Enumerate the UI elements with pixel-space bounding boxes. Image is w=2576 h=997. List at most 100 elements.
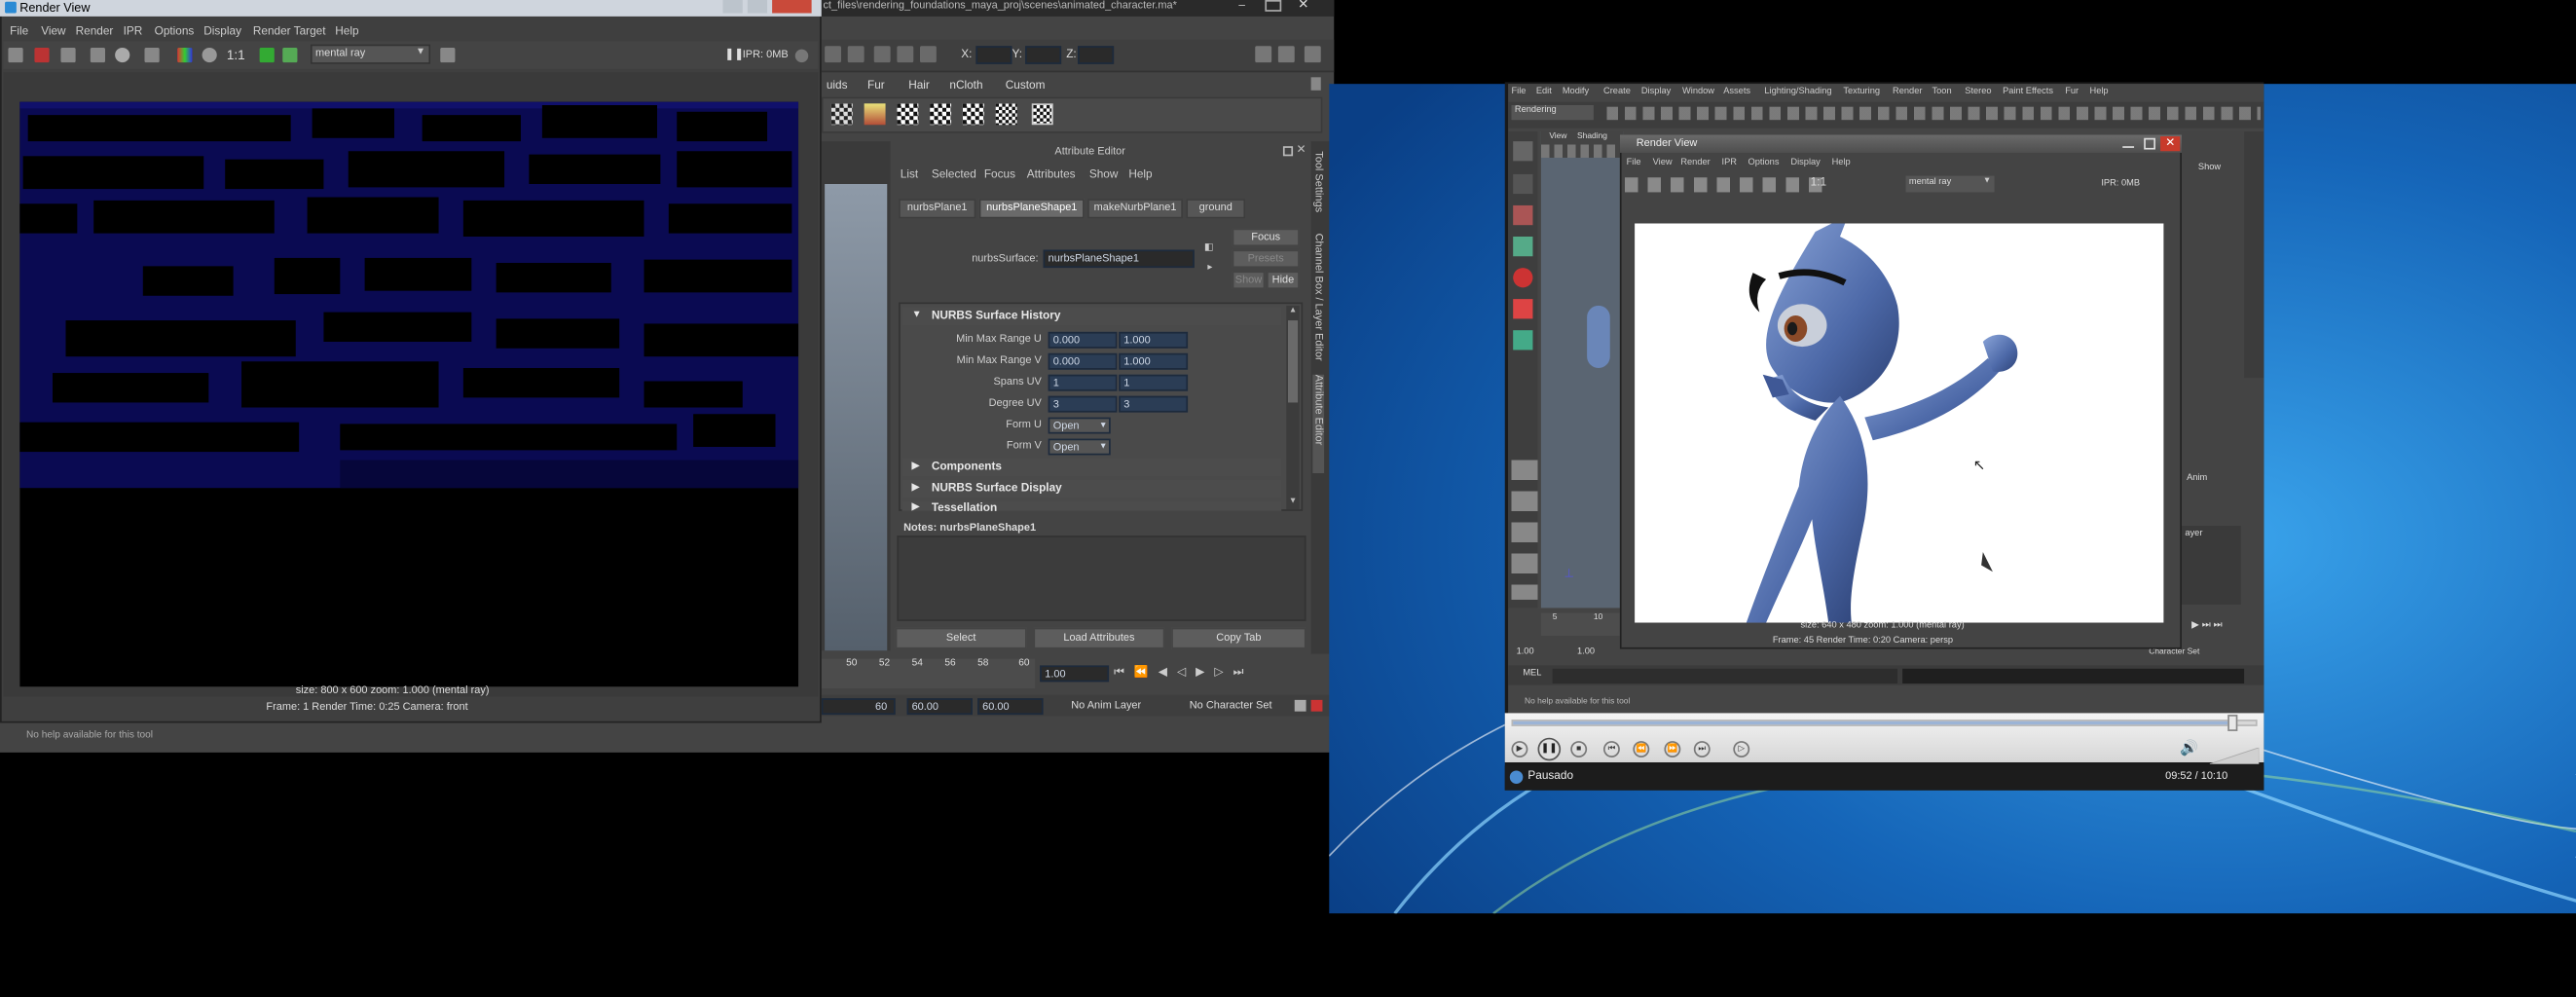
degree-uv-field-a[interactable]: 3 [1048,395,1118,413]
alpha-channel-icon[interactable] [202,47,217,63]
ae-menu-selected[interactable]: Selected [932,169,976,181]
close-button[interactable]: ✕ [1298,0,1317,12]
rgb-channels-icon[interactable] [177,47,193,63]
volume-slider[interactable] [2209,743,2260,765]
tab-makenurbplane1[interactable]: makeNurbPlane1 [1087,199,1183,219]
shelf-checker3-icon[interactable] [930,103,952,126]
maximize-button[interactable] [1265,0,1282,12]
shelf-tab-fur[interactable]: Fur [867,81,885,92]
min-max-v-field-a[interactable]: 0.000 [1048,352,1118,370]
degree-uv-field-b[interactable]: 3 [1119,395,1189,413]
scroll-thumb[interactable] [1288,320,1299,403]
min-max-v-field-b[interactable]: 1.000 [1119,352,1189,370]
display-icon[interactable] [259,47,275,63]
load-attributes-button[interactable]: Load Attributes [1033,627,1165,649]
rv-menu-render[interactable]: Render [76,26,114,38]
keep-image-icon[interactable] [144,47,160,63]
section-tessellation[interactable]: ▶ Tessellation [902,500,1282,511]
rv-maximize-button[interactable] [747,0,768,14]
range-start-field[interactable]: 60.00 [906,698,973,716]
shelf-checker-icon[interactable] [830,103,853,126]
ipr-render-icon[interactable] [90,47,105,63]
rv-menu-file[interactable]: File [10,26,28,38]
form-u-dropdown[interactable]: Open ▼ [1048,417,1111,434]
minimize-button[interactable]: – [1238,0,1255,12]
anim-layer-dropdown[interactable]: No Anim Layer [1071,700,1141,712]
tab-nurbsplane1[interactable]: nurbsPlane1 [899,199,976,219]
shelf-tab-hair[interactable]: Hair [908,81,930,92]
current-frame-field[interactable]: 1.00 [1040,665,1110,683]
spans-uv-field-a[interactable]: 1 [1048,374,1118,391]
shelf-light-icon[interactable] [864,103,886,126]
step-back-icon[interactable]: ◀ [1159,667,1177,679]
shelf-checker4-icon[interactable] [962,103,984,126]
show-button[interactable]: Show [1232,271,1266,289]
section-nurbs-surface-display[interactable]: ▶ NURBS Surface Display [902,479,1282,498]
snap-point-icon[interactable] [873,46,891,63]
step-forward-icon[interactable]: ▷ [1214,667,1233,679]
auto-key-icon[interactable] [1294,699,1306,712]
section-components[interactable]: ▶ Components [902,458,1282,477]
toggle-panel3-icon[interactable] [1304,46,1321,63]
rv-menu-options[interactable]: Options [155,26,195,38]
volume-icon[interactable]: 🔊 [2180,739,2199,758]
spans-uv-field-b[interactable]: 1 [1119,374,1189,391]
go-output-icon[interactable]: ▸ [1207,261,1222,273]
hide-button[interactable]: Hide [1267,271,1300,289]
ae-menu-focus[interactable]: Focus [984,169,1015,181]
range-endtime-field[interactable]: 60.00 [977,698,1044,716]
min-max-u-field-a[interactable]: 0.000 [1048,331,1118,349]
tab-nurbsplaneshape1[interactable]: nurbsPlaneShape1 [978,199,1085,219]
redo-render-icon[interactable] [8,47,23,63]
player-stop-button[interactable]: ■ [1570,741,1588,757]
render-icon[interactable] [920,46,937,63]
snap-icon[interactable] [825,46,841,63]
toggle-panel-icon[interactable] [1255,46,1272,63]
shelf-checker5-icon[interactable] [995,103,1017,126]
rv-menu-ipr[interactable]: IPR [124,26,143,38]
ae-menu-attributes[interactable]: Attributes [1027,169,1076,181]
camera-icon[interactable] [282,47,298,63]
shelf-tab-ncloth[interactable]: nCloth [949,81,982,92]
copy-tab-button[interactable]: Copy Tab [1171,627,1306,649]
shelf-tab-custom[interactable]: Custom [1006,81,1046,92]
form-v-dropdown[interactable]: Open ▼ [1048,438,1111,456]
shelf-checker6-icon[interactable] [1031,103,1053,126]
rv-menu-render-target[interactable]: Render Target [253,26,326,38]
rv-menu-display[interactable]: Display [203,26,241,38]
player-play-button[interactable]: ▶ [1511,741,1528,757]
render-settings-icon[interactable] [440,47,456,63]
panel-float-icon[interactable] [1282,146,1294,157]
select-button[interactable]: Select [895,627,1027,649]
snap-curve-icon[interactable] [847,46,865,63]
play-forward-icon[interactable]: ▶ [1196,667,1214,679]
panel-close-icon[interactable]: ✕ [1296,143,1306,157]
player-pause-button[interactable]: ❚❚ [1537,737,1562,761]
shelf-options-icon[interactable] [1310,77,1321,91]
go-input-icon[interactable]: ◧ [1204,241,1219,253]
ae-menu-help[interactable]: Help [1128,169,1152,181]
coord-x-field[interactable] [975,46,1012,64]
focus-button[interactable]: Focus [1232,228,1300,247]
go-to-start-icon[interactable]: ⏮ [1114,667,1134,679]
snapshot-icon[interactable] [60,47,76,63]
seek-handle[interactable] [2227,715,2238,731]
player-rewind-button[interactable]: ⏪ [1633,741,1650,757]
snap-view-icon[interactable] [897,46,914,63]
side-tab-tool-settings[interactable]: Tool Settings [1312,151,1324,212]
step-back-key-icon[interactable]: ⏪ [1134,667,1159,679]
coord-y-field[interactable] [1025,46,1062,64]
ae-menu-list[interactable]: List [901,169,918,181]
toggle-panel2-icon[interactable] [1277,46,1295,63]
ae-menu-show[interactable]: Show [1089,169,1119,181]
player-prev-button[interactable]: ⏮ [1603,741,1620,757]
presets-button[interactable]: Presets [1232,249,1300,269]
tab-ground[interactable]: ground [1186,199,1246,219]
node-name-field[interactable]: nurbsPlaneShape1 [1043,249,1195,269]
shelf-tab-uids[interactable]: uids [827,81,848,92]
scroll-up-icon[interactable]: ▲ [1286,306,1300,317]
side-tab-attribute-editor[interactable]: Attribute Editor [1312,374,1325,473]
play-back-icon[interactable]: ◁ [1177,667,1196,679]
shelf-checker2-icon[interactable] [897,103,919,126]
side-tab-channel-box[interactable]: Channel Box / Layer Editor [1312,234,1324,365]
